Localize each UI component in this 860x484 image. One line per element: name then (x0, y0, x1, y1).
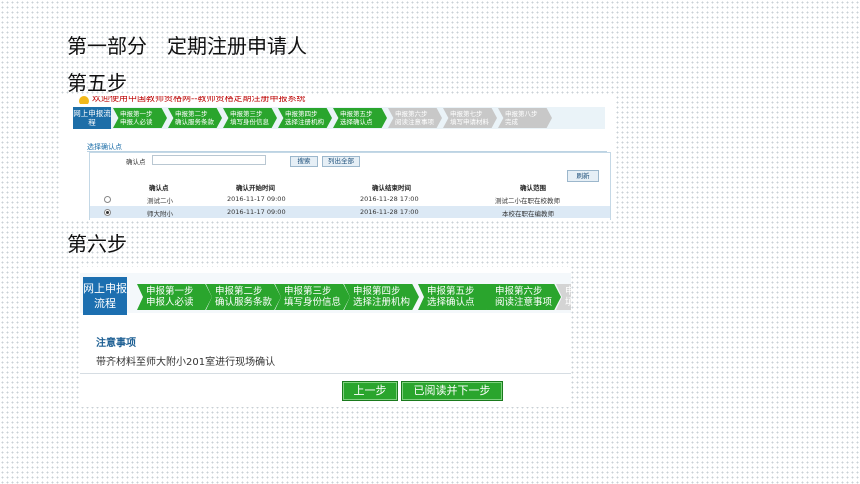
confirm-point-panel: 确认点 搜索 列出全部 刷新 确认点 确认开始时间 确认结束时间 确认范围 测试… (89, 152, 611, 220)
radio-button[interactable] (104, 196, 111, 203)
flow-step-label: 选择注册机构 (353, 297, 411, 308)
flow-step-label: 填写身份信息 (230, 118, 269, 126)
notice-divider (80, 373, 571, 374)
part-title-number: 第一部分 (67, 34, 147, 58)
table-header: 确认点 确认开始时间 确认结束时间 确认范围 (90, 182, 610, 192)
flow-step-number: 申报第六步 (495, 286, 543, 297)
flow-step-6[interactable]: 申报第六步 阅读注意事项 (388, 108, 442, 128)
step6-heading: 第六步 (67, 232, 127, 256)
flow-step-number: 申报第五步 (340, 110, 373, 118)
flow-step-label: 申报人必读 (146, 297, 194, 308)
table-row[interactable]: 测试二小 2016-11-17 09:00 2016-11-28 17:00 测… (90, 193, 610, 205)
search-input[interactable] (152, 155, 266, 165)
radio-button[interactable] (104, 209, 111, 216)
flow-step-label: 阅读注意事项 (495, 297, 553, 308)
flow-step-number: 申报第四步 (353, 286, 401, 297)
flow-step-number: 申报第一步 (146, 286, 194, 297)
flow-step-number: 申报第五步 (427, 286, 475, 297)
flow-step-number: 申报第二步 (175, 110, 208, 118)
flow-step-number: 申报第四步 (285, 110, 318, 118)
system-banner: 欢迎使用中国教师资格网--教师资格定期注册申报系统 (79, 96, 419, 104)
system-banner-text: 欢迎使用中国教师资格网--教师资格定期注册申报系统 (92, 96, 306, 104)
flow-step-1[interactable]: 申报第一步 申报人必读 (113, 108, 167, 128)
search-label: 确认点 (126, 158, 146, 166)
flow-step-label: 选择确认点 (427, 297, 475, 308)
step5-heading: 第五步 (67, 71, 127, 95)
process-flow-bar: 网上申报流程 申报第一步 申报人必读 申报第二步 确认服务条款 申报第三步 填写身份信… (80, 273, 571, 315)
flow-label: 网上申报流程 (73, 107, 111, 129)
flow-step-1[interactable]: 申报第一步 申报人必读 (137, 284, 212, 310)
column-header: 确认范围 (520, 184, 546, 192)
flow-step-number: 申 (565, 286, 571, 297)
flow-step-label: 填写申请材料 (450, 118, 489, 126)
list-all-button[interactable]: 列出全部 (322, 156, 360, 167)
step5-screenshot: 欢迎使用中国教师资格网--教师资格定期注册申报系统 网上申报流程 申报第一步 申报… (59, 96, 615, 220)
flow-step-label: 选择注册机构 (285, 118, 324, 126)
flow-step-number: 申报第六步 (395, 110, 428, 118)
flow-step-2[interactable]: 申报第二步 确认服务条款 (206, 284, 281, 310)
row-end: 2016-11-28 17:00 (360, 195, 419, 203)
flow-step-8[interactable]: 申报第八步 完成 (498, 108, 552, 128)
row-start: 2016-11-17 09:00 (227, 195, 286, 203)
flow-step-label: 确认服务条款 (215, 297, 273, 308)
column-header: 确认点 (149, 184, 169, 192)
flow-step-3[interactable]: 申报第三步 填写身份信息 (223, 108, 277, 128)
notice-title: 注意事项 (96, 338, 136, 349)
table-row[interactable]: 师大附小 2016-11-17 09:00 2016-11-28 17:00 本… (90, 206, 610, 218)
flow-step-label: 阅读注意事项 (395, 118, 434, 126)
flow-step-6[interactable]: 申报第六步 阅读注意事项 (486, 284, 561, 310)
flow-step-number: 申报第七步 (450, 110, 483, 118)
column-header: 确认开始时间 (236, 184, 275, 192)
flow-step-number: 申报第三步 (284, 286, 332, 297)
flow-step-2[interactable]: 申报第二步 确认服务条款 (168, 108, 222, 128)
prev-step-button[interactable]: 上一步 (342, 381, 398, 401)
flow-step-label: 确认服务条款 (175, 118, 214, 126)
flow-step-number: 申报第八步 (505, 110, 538, 118)
flow-step-label: 选择确认点 (340, 118, 373, 126)
row-start: 2016-11-17 09:00 (227, 208, 286, 216)
step6-screenshot: 网上申报流程 申报第一步 申报人必读 申报第二步 确认服务条款 申报第三步 填写身份信… (80, 267, 571, 407)
row-end: 2016-11-28 17:00 (360, 208, 419, 216)
process-flow-bar: 网上申报流程 申报第一步 申报人必读 申报第二步 确认服务条款 申报第三步 填写身份信… (73, 107, 605, 129)
logo-icon (79, 96, 89, 104)
flow-step-5[interactable]: 申报第五步 选择确认点 (333, 108, 387, 128)
flow-step-number: 申报第一步 (120, 110, 153, 118)
flow-label: 网上申报流程 (83, 277, 127, 315)
row-scope: 本校在职在编教师 (502, 210, 554, 218)
flow-step-5[interactable]: 申报第五步 选择确认点 (418, 284, 493, 310)
column-header: 确认结束时间 (372, 184, 411, 192)
notice-body: 带齐材料至师大附小201室进行现场确认 (96, 357, 276, 368)
flow-step-label: 填 (565, 297, 571, 308)
flow-step-label: 完成 (505, 118, 518, 126)
flow-step-number: 申报第三步 (230, 110, 263, 118)
flow-step-label: 填写身份信息 (284, 297, 342, 308)
refresh-button[interactable]: 刷新 (567, 170, 599, 182)
flow-step-label: 申报人必读 (120, 118, 153, 126)
part-title: 第一部分 定期注册申请人 (67, 30, 307, 59)
flow-step-4[interactable]: 申报第四步 选择注册机构 (278, 108, 332, 128)
read-and-next-button[interactable]: 已阅读并下一步 (401, 381, 503, 401)
row-point: 测试二小 (147, 197, 173, 205)
row-point: 师大附小 (147, 210, 173, 218)
flow-step-number: 申报第二步 (215, 286, 263, 297)
search-button[interactable]: 搜索 (290, 156, 318, 167)
part-title-subtitle: 定期注册申请人 (167, 34, 307, 58)
flow-step-7[interactable]: 申报第七步 填写申请材料 (443, 108, 497, 128)
row-scope: 测试二小在职在校教师 (495, 197, 560, 205)
flow-step-4[interactable]: 申报第四步 选择注册机构 (344, 284, 419, 310)
flow-step-3[interactable]: 申报第三步 填写身份信息 (275, 284, 350, 310)
